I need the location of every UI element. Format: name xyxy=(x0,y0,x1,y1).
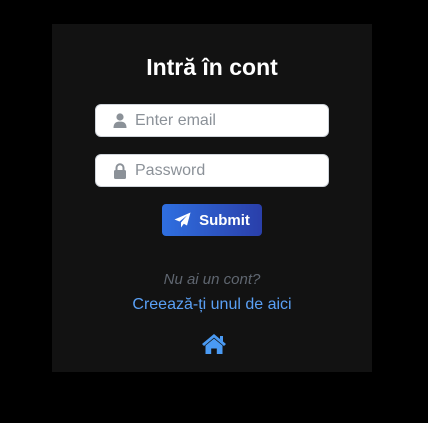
password-field[interactable] xyxy=(135,161,315,180)
page-title: Intră în cont xyxy=(146,54,278,80)
email-field-container[interactable] xyxy=(95,104,329,137)
user-icon xyxy=(112,113,128,129)
paper-plane-icon xyxy=(174,212,191,229)
home-icon[interactable] xyxy=(201,333,227,355)
login-card: Intră în cont Submit Nu ai un cont? Cree… xyxy=(52,24,372,372)
submit-label: Submit xyxy=(199,211,250,229)
email-field[interactable] xyxy=(135,111,315,130)
submit-button[interactable]: Submit xyxy=(162,204,262,236)
lock-icon xyxy=(112,162,128,179)
register-link[interactable]: Creează-ți unul de aici xyxy=(52,295,372,315)
no-account-text: Nu ai un cont? xyxy=(163,271,261,288)
password-field-container[interactable] xyxy=(95,154,329,187)
